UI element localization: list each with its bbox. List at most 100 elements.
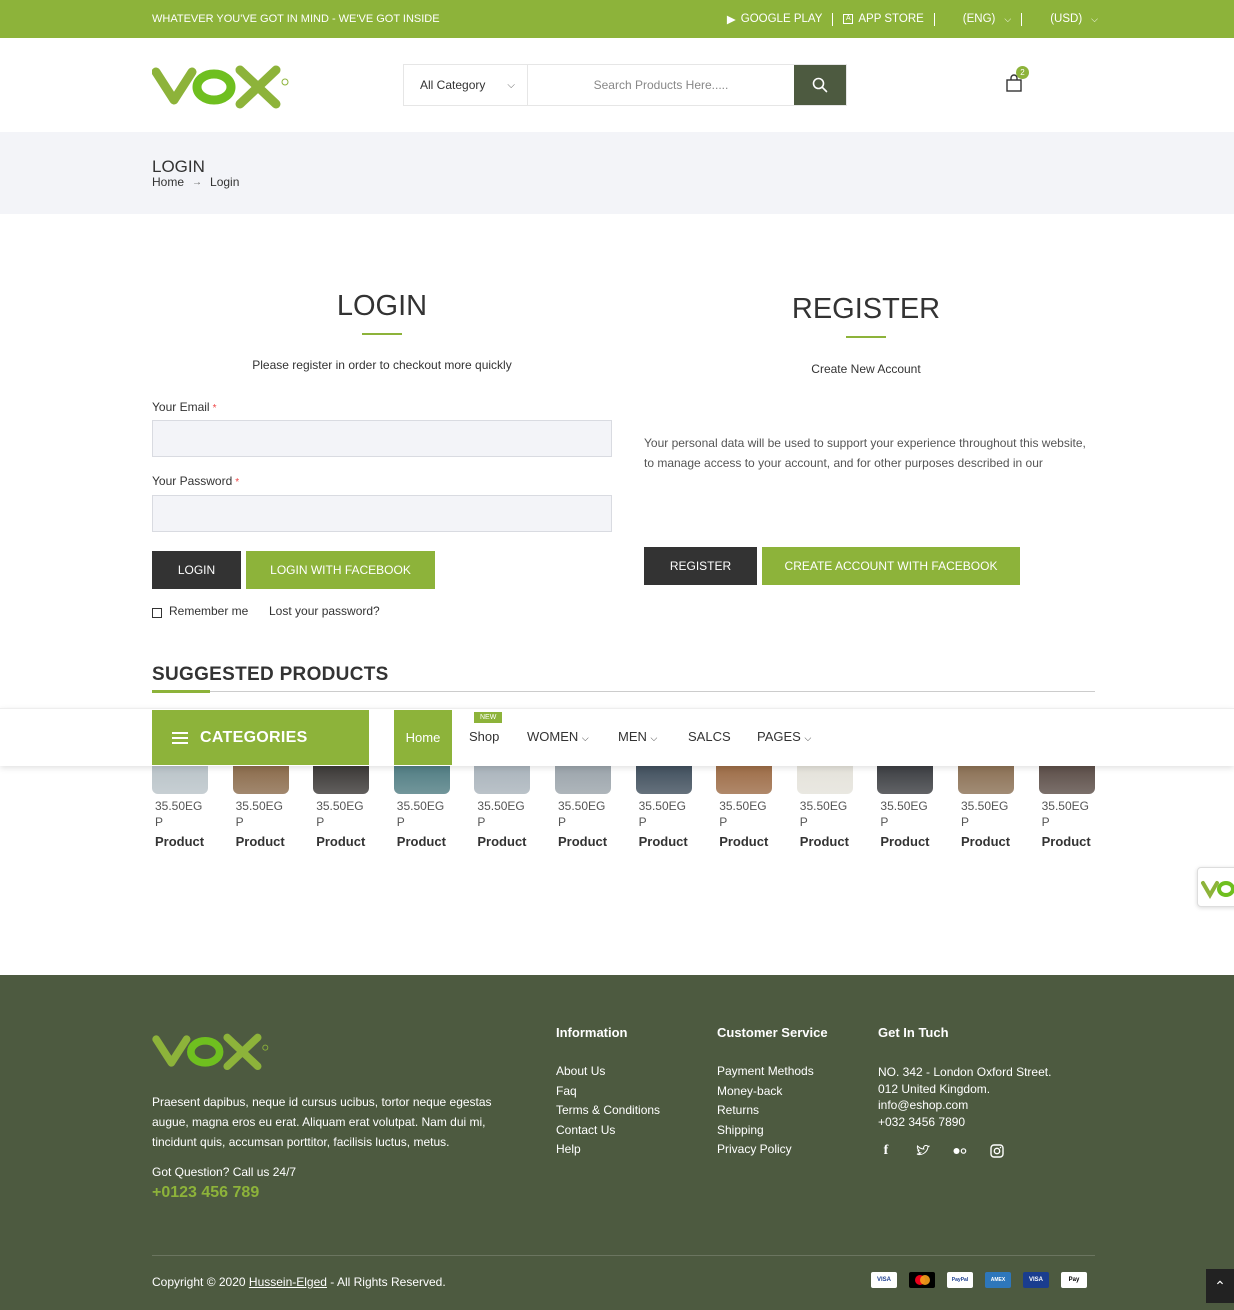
search-input[interactable] [528,65,794,105]
product-card[interactable]: 35.50EGP Product [313,764,389,849]
scroll-to-top-button[interactable]: ⌃ [1206,1269,1234,1303]
floating-logo-tab[interactable] [1197,867,1234,907]
product-price: 35.50EGP [235,799,283,829]
product-image[interactable] [393,764,450,794]
email-label: Your Email * [152,400,217,414]
product-image[interactable] [877,764,934,794]
product-image[interactable] [958,764,1014,794]
categories-button[interactable]: CATEGORIES [152,710,369,765]
register-button[interactable]: REGISTER [644,547,757,585]
footer-link-faq[interactable]: Faq [556,1084,660,1104]
privacy-text: Your personal data will be used to suppo… [644,436,1086,470]
nav-women[interactable]: WOMEN ⌵ [527,729,589,744]
product-card[interactable]: 35.50EGP Product [555,764,631,849]
product-name[interactable]: Product [716,834,792,849]
nav-salcs[interactable]: SALCS [688,729,731,744]
footer-link-contact[interactable]: Contact Us [556,1123,660,1143]
product-price: 35.50EGP [880,799,928,829]
footer-link-about-us[interactable]: About Us [556,1064,660,1084]
product-card[interactable]: 35.50EGP Product [152,764,228,849]
contact-email[interactable]: info@eshop.com [878,1097,1051,1114]
create-account-with-facebook-button[interactable]: CREATE ACCOUNT WITH FACEBOOK [762,547,1020,585]
nav-shop[interactable]: Shop [469,729,499,744]
product-image[interactable] [716,764,773,794]
instagram-icon[interactable] [989,1143,1005,1159]
remember-me-checkbox[interactable] [152,608,162,618]
cart-button[interactable]: 2 [1004,66,1029,94]
product-price: 35.50EGP [719,799,767,829]
product-card[interactable]: 35.50EGP Product [716,764,792,849]
product-card[interactable]: 35.50EGP Product [1038,764,1115,849]
search-button[interactable] [794,65,846,105]
product-image[interactable] [555,764,611,794]
breadcrumb: Home → Login [152,175,239,189]
product-image[interactable] [313,764,370,794]
breadcrumb-home-link[interactable]: Home [152,175,184,189]
product-name[interactable]: Product [313,834,389,849]
app-store-link[interactable]: A APP STORE [843,13,924,25]
category-select[interactable]: All Category ⌵ [404,65,528,105]
currency-select[interactable]: (USD) ⌵ [1050,13,1098,25]
product-card[interactable]: 35.50EGP Product [796,764,873,849]
product-image[interactable] [232,764,289,794]
product-name[interactable]: Product [797,834,873,849]
product-card[interactable]: 35.50EGP Product [877,764,953,849]
email-field[interactable] [152,420,612,457]
twitter-icon[interactable] [915,1143,931,1159]
facebook-icon[interactable]: f [878,1143,894,1159]
footer-phone[interactable]: +0123 456 789 [152,1184,259,1202]
vox-logo[interactable] [152,60,292,112]
amex-icon: AMEX [985,1272,1011,1288]
arrow-right-icon: → [192,176,203,188]
footer-link-shipping[interactable]: Shipping [717,1123,814,1143]
author-link[interactable]: Hussein-Elged [249,1275,327,1289]
footer-link-money-back[interactable]: Money-back [717,1084,814,1104]
product-card[interactable]: 35.50EGP Product [958,764,1034,849]
top-bar-links: ▶ GOOGLE PLAY A APP STORE (ENG) ⌵ (USD) … [727,12,1098,26]
product-card[interactable]: 35.50EGP Product [474,764,550,849]
nav-pages[interactable]: PAGES ⌵ [757,729,811,744]
product-name[interactable]: Product [877,834,953,849]
product-image[interactable] [796,764,853,794]
login-button[interactable]: LOGIN [152,551,241,589]
product-card[interactable]: 35.50EGP Product [393,764,470,849]
register-subtitle: Create New Account [811,362,921,376]
footer-link-privacy[interactable]: Privacy Policy [717,1142,814,1162]
remember-me[interactable]: Remember me [152,604,248,618]
product-name[interactable]: Product [152,834,228,849]
vox-logo[interactable] [152,1029,272,1073]
login-heading: LOGIN [336,290,428,322]
footer-link-terms[interactable]: Terms & Conditions [556,1103,660,1123]
product-name[interactable]: Product [394,834,470,849]
product-image[interactable] [152,764,208,794]
visa-electron-icon: VISA [1023,1272,1049,1288]
lost-password-link[interactable]: Lost your password? [269,604,380,618]
product-name[interactable]: Product [636,834,712,849]
product-price: 35.50EGP [396,799,445,829]
header: All Category ⌵ 2 [0,38,1234,132]
language-select[interactable]: (ENG) ⌵ [963,13,1011,25]
contact-phone[interactable]: +032 3456 7890 [878,1114,1051,1131]
product-image[interactable] [635,764,692,794]
product-name[interactable]: Product [958,834,1034,849]
password-field[interactable] [152,495,612,532]
product-name[interactable]: Product [233,834,309,849]
footer-link-help[interactable]: Help [556,1142,660,1162]
nav-men[interactable]: MEN ⌵ [618,729,657,744]
nav-home[interactable]: Home [394,710,452,765]
chevron-down-icon: ⌵ [1091,13,1098,24]
top-bar: WHATEVER YOU'VE GOT IN MIND - WE'VE GOT … [0,0,1234,38]
product-name[interactable]: Product [1039,834,1115,849]
google-play-link[interactable]: ▶ GOOGLE PLAY [727,12,822,26]
product-card[interactable]: 35.50EGP Product [232,764,309,849]
product-image[interactable] [1038,764,1095,794]
flickr-icon[interactable] [952,1143,968,1159]
footer-link-payment-methods[interactable]: Payment Methods [717,1064,814,1084]
product-name[interactable]: Product [555,834,631,849]
product-image[interactable] [474,764,531,794]
footer-link-returns[interactable]: Returns [717,1103,814,1123]
product-card[interactable]: 35.50EGP Product [635,764,712,849]
product-name[interactable]: Product [474,834,550,849]
login-with-facebook-button[interactable]: LOGIN WITH FACEBOOK [246,551,435,589]
suggested-products-heading: SUGGESTED PRODUCTS [152,664,389,685]
